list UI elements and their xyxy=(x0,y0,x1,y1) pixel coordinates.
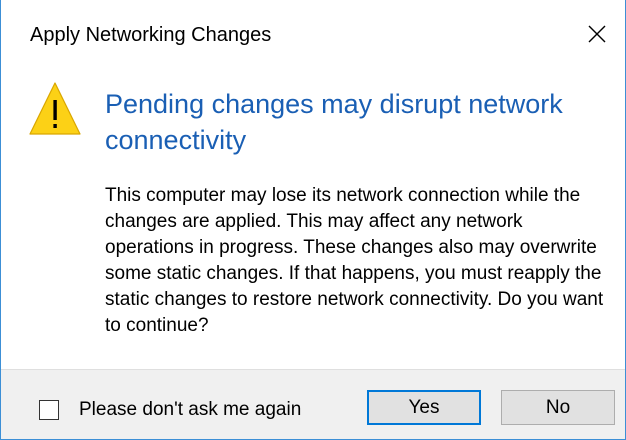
dialog-message: This computer may lose its network conne… xyxy=(105,185,604,336)
close-icon xyxy=(588,25,606,43)
dont-ask-again-label[interactable]: Please don't ask me again xyxy=(79,398,301,422)
dialog-heading: Pending changes may disrupt network conn… xyxy=(105,89,563,155)
dialog-window: Apply Networking Changes Pending changes… xyxy=(0,0,626,440)
no-button[interactable]: No xyxy=(501,390,615,425)
dont-ask-again-option[interactable]: Please don't ask me again xyxy=(39,398,301,422)
window-title: Apply Networking Changes xyxy=(30,24,272,46)
warning-icon xyxy=(29,82,81,135)
yes-button[interactable]: Yes xyxy=(367,390,481,425)
close-button[interactable] xyxy=(575,14,619,54)
dont-ask-again-checkbox[interactable] xyxy=(39,400,59,420)
title-bar: Apply Networking Changes xyxy=(1,0,625,66)
dialog-footer: Please don't ask me again Yes No xyxy=(1,369,625,439)
